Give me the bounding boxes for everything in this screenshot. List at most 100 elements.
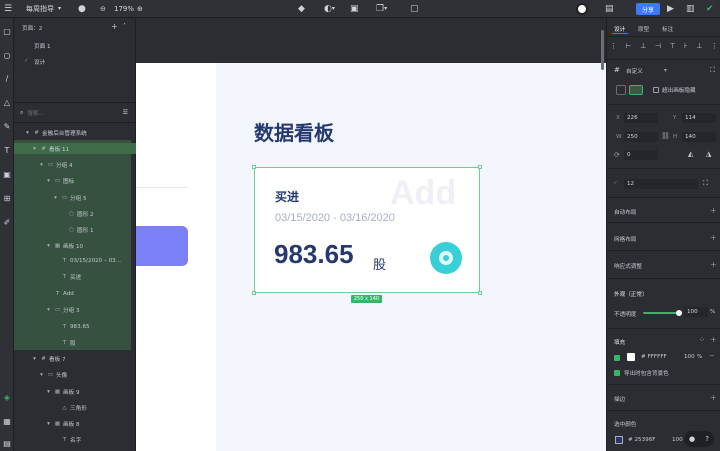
appearance-label[interactable]: 外观（正常） (614, 290, 648, 298)
h-input[interactable]: 140 (682, 132, 716, 142)
crop-tool-icon[interactable]: ⊞ (2, 193, 12, 203)
layer-row[interactable]: T Add (14, 288, 136, 299)
responsive-expand-icon[interactable]: + (710, 260, 717, 269)
portrait-toggle[interactable] (616, 85, 626, 95)
caret-icon[interactable]: ▾ (45, 178, 52, 184)
frame-preset[interactable]: 自定义 (626, 67, 643, 75)
add-auto-layout-icon[interactable]: + (710, 206, 717, 215)
caret-icon[interactable]: ▾ (38, 372, 45, 378)
layer-row[interactable]: ▾ ▭ 图标 (14, 175, 136, 186)
layer-row[interactable]: ▾ # 看板 11 (14, 143, 136, 154)
rotation-input[interactable]: 0 (624, 150, 658, 160)
component-icon[interactable]: ◆ (298, 0, 305, 18)
more-icon[interactable]: ⋮ (711, 42, 718, 52)
layers-icon[interactable]: ◈ (2, 392, 12, 402)
add-stroke-icon[interactable]: + (710, 393, 717, 402)
add-grid-icon[interactable]: + (710, 233, 717, 242)
opacity-input[interactable]: 100 (684, 307, 708, 317)
boolean-icon[interactable]: ◐ ▾ (324, 0, 335, 18)
canvas-scrollbar[interactable] (601, 30, 604, 70)
menu-icon[interactable]: ☰ (4, 0, 12, 18)
w-input[interactable]: 250 (624, 132, 658, 142)
radius-input[interactable]: 12 (624, 179, 698, 189)
align-left-icon[interactable]: ⊢ (626, 42, 632, 52)
caret-icon[interactable]: ▾ (24, 130, 31, 136)
caret-icon[interactable]: ▾ (52, 195, 59, 201)
fit-icon[interactable]: ⛶ (710, 66, 715, 75)
buy-card[interactable]: Add 买进 03/15/2020 - 03/16/2020 983.65 股 (252, 165, 482, 295)
layer-search[interactable]: ⌕ 搜索... ☰ (20, 107, 128, 118)
layer-row[interactable]: ○ 圆形 2 (14, 208, 136, 219)
zoom-out-button[interactable]: ⊖ (100, 0, 106, 18)
corner-icon[interactable]: ⛶ (703, 179, 708, 188)
flip-v-icon[interactable]: ◮ (706, 150, 711, 158)
y-input[interactable]: 114 (682, 113, 716, 123)
caret-icon[interactable]: ▾ (38, 162, 45, 168)
image-tool-icon[interactable]: ▣ (2, 169, 12, 179)
library-icon[interactable]: ▤ (605, 0, 614, 18)
layer-row[interactable]: ▾ ▭ 头像 (14, 369, 136, 380)
layer-row[interactable]: ▾ ▭ 分组 3 (14, 304, 136, 315)
resize-handle[interactable] (252, 165, 256, 169)
image-icon[interactable]: ▣ (350, 0, 359, 18)
align-bottom-icon[interactable]: ⊥ (696, 42, 702, 52)
export-bg-checkbox[interactable] (614, 370, 620, 376)
caret-icon[interactable]: ▾ (45, 243, 52, 249)
align-hcenter-icon[interactable]: ⊥ (640, 42, 646, 52)
layer-row[interactable]: △ 三角形 (14, 402, 136, 413)
x-input[interactable]: 226 (624, 113, 658, 123)
layer-row[interactable]: T 983.65 (14, 321, 136, 332)
nav-button-shape[interactable] (136, 226, 188, 266)
resize-handle[interactable] (252, 291, 256, 295)
brush-tool-icon[interactable]: ✐ (2, 217, 12, 227)
flip-h-icon[interactable]: ◭ (688, 150, 693, 158)
page-item-1[interactable]: 页面 1 (34, 42, 51, 50)
clip-checkbox[interactable] (653, 87, 659, 93)
layer-row[interactable]: ▾ # 看板 7 (14, 353, 136, 364)
add-page-icon[interactable]: + (111, 22, 118, 31)
comment-icon[interactable]: ● (78, 0, 86, 18)
fill-opacity[interactable]: 100 (684, 354, 695, 360)
frame-icon[interactable]: ▢ (410, 0, 419, 18)
code-icon[interactable]: ▥ (686, 0, 695, 18)
caret-icon[interactable]: ▾ (45, 307, 52, 313)
status-check-icon[interactable]: ✔ (706, 0, 714, 18)
fill-swatch[interactable] (627, 353, 635, 361)
resize-handle[interactable] (478, 165, 482, 169)
layer-row[interactable]: ▾ ▦ 画板 8 (14, 418, 136, 429)
layer-row[interactable]: ▾ ▭ 分组 4 (14, 159, 136, 170)
play-icon[interactable]: ▶ (667, 0, 674, 18)
caret-icon[interactable]: ▾ (45, 389, 52, 395)
distribute-icon[interactable]: ⋮ (610, 42, 617, 52)
fill-style-icon[interactable]: ⁘ (699, 336, 705, 344)
card-action-button[interactable] (430, 242, 462, 274)
avatar[interactable] (576, 0, 588, 18)
selected-opacity[interactable]: 100 (672, 437, 683, 443)
zoom-in-button[interactable]: ⊕ (137, 0, 143, 18)
project-name[interactable]: 每周指导 ▾ (26, 0, 61, 18)
layer-row[interactable]: ▾ # 金融后台管理系统 (14, 127, 136, 138)
search-input[interactable]: 搜索... (27, 109, 44, 117)
align-icon[interactable]: ❐ ▾ (376, 0, 387, 18)
align-right-icon[interactable]: ⊣ (655, 42, 661, 52)
assets-icon[interactable]: ▦ (2, 416, 12, 426)
layer-row[interactable]: T 买进 (14, 271, 136, 282)
tab-prototype[interactable]: 原型 (638, 25, 649, 33)
selected-hex[interactable]: # 25396F (628, 437, 655, 443)
fill-hex[interactable]: # FFFFFF (641, 354, 667, 360)
layer-row[interactable]: ○ 圆形 1 (14, 224, 136, 235)
layer-row[interactable]: T股 (14, 337, 136, 348)
layer-row[interactable]: T 名字 (14, 434, 136, 445)
frame-tool-icon[interactable]: ▢ (2, 26, 12, 36)
align-vcenter-icon[interactable]: ⊦ (684, 42, 688, 52)
pen-tool-icon[interactable]: ✎ (2, 121, 12, 131)
share-button[interactable]: 分享 (636, 3, 660, 15)
selected-color-swatch[interactable] (615, 436, 623, 444)
layer-row[interactable]: ▾ ▭ 分组 5 (14, 192, 136, 203)
help-pill[interactable]: ● ? (684, 431, 714, 447)
add-fill-icon[interactable]: + (710, 335, 717, 344)
layer-row[interactable]: ▾ ▦ 画板 10 (14, 240, 136, 251)
remove-fill-icon[interactable]: − (709, 352, 715, 360)
layer-row[interactable]: ▾ ▦ 画板 9 (14, 386, 136, 397)
opacity-slider[interactable] (643, 310, 682, 316)
